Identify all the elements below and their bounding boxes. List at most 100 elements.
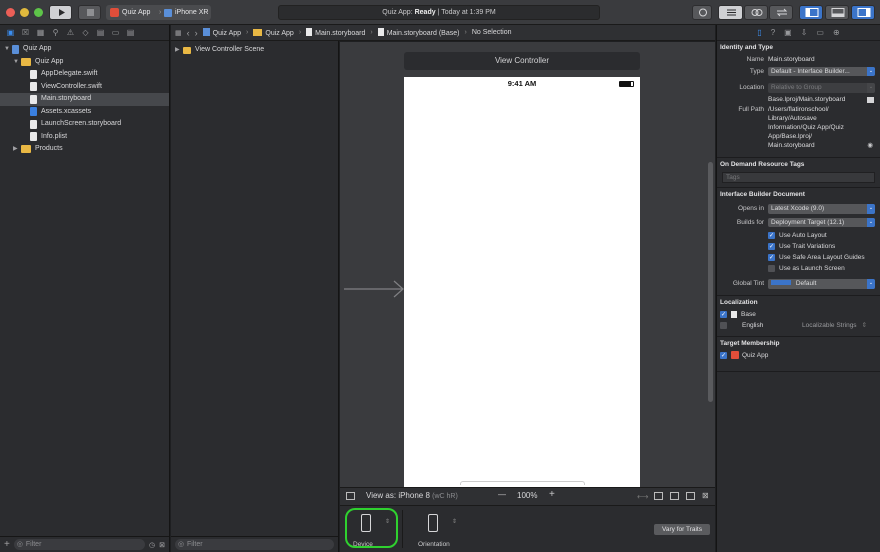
navigator-item[interactable]: ▼ Quiz App (0, 43, 169, 56)
search-icon[interactable]: ⚲ (50, 28, 61, 38)
folder-icon[interactable]: ▣ (5, 28, 16, 38)
toggle-inspector-button[interactable] (851, 5, 875, 20)
add-constraints-icon[interactable] (686, 492, 695, 500)
navigator-item[interactable]: ▶ Products (0, 143, 169, 156)
option-label: Use Auto Layout (779, 232, 827, 239)
related-items-icon[interactable]: ▦ (175, 29, 182, 37)
back-icon[interactable]: ‹ (187, 28, 190, 38)
navigator-item[interactable]: ▼ Quiz App (0, 56, 169, 69)
toggle-debug-area-button[interactable] (825, 5, 849, 20)
orientation-portrait-icon[interactable] (428, 514, 438, 532)
update-frames-icon[interactable]: ⟷ (637, 492, 648, 501)
identity-inspector-icon[interactable]: ▣ (784, 28, 792, 37)
disclosure-triangle-icon[interactable]: ▶ (13, 143, 21, 156)
zoom-window-button[interactable] (34, 8, 43, 17)
option-checkbox[interactable]: ✓ (768, 243, 775, 250)
warning-icon[interactable]: ⚠ (65, 28, 76, 38)
breadcrumb-localization[interactable]: Main.storyboard (Base) (377, 28, 459, 37)
breadcrumb-file[interactable]: Main.storyboard (306, 28, 365, 37)
align-icon[interactable] (670, 492, 679, 500)
forward-icon[interactable]: › (195, 28, 198, 38)
english-checkbox[interactable] (720, 321, 727, 329)
base-checkbox[interactable]: ✓ (720, 310, 727, 318)
option-checkbox[interactable] (768, 265, 775, 272)
outline-toggle-icon[interactable] (346, 492, 355, 500)
navigator-item[interactable]: Info.plist (0, 131, 169, 144)
outline-scene-row[interactable]: ▶ View Controller Scene (171, 44, 338, 57)
test-icon[interactable]: ◇ (80, 28, 91, 38)
divider (402, 510, 403, 548)
disclosure-triangle-icon[interactable]: ▼ (13, 56, 21, 69)
type-row: Type Default - Interface Builder... ⌄ (717, 66, 880, 78)
localization-base-row: ✓ Base (717, 309, 880, 320)
navigator-item[interactable]: AppDelegate.swift (0, 68, 169, 81)
navigator-item[interactable]: Assets.xcassets (0, 106, 169, 119)
navigator-item[interactable]: Main.storyboard (0, 93, 169, 106)
localization-english-type[interactable]: Localizable Strings (802, 322, 857, 329)
version-editor-button[interactable] (769, 5, 793, 20)
option-checkbox[interactable]: ✓ (768, 232, 775, 239)
stop-button[interactable] (78, 5, 101, 20)
option-row: Use as Launch Screen (768, 263, 880, 274)
source-control-icon[interactable]: ☒ (20, 28, 31, 38)
close-window-button[interactable] (6, 8, 15, 17)
size-inspector-icon[interactable]: ▭ (816, 28, 824, 37)
tags-input[interactable]: Tags (722, 172, 875, 183)
debug-icon[interactable]: ▤ (95, 28, 106, 38)
disclosure-triangle-icon[interactable]: ▼ (4, 43, 12, 56)
run-button[interactable] (49, 5, 72, 20)
vary-for-traits-button[interactable]: Vary for Traits (654, 524, 710, 535)
disclosure-triangle-icon[interactable]: ▶ (175, 44, 183, 57)
bottom-panel-icon (831, 8, 845, 17)
standard-editor-button[interactable] (718, 5, 743, 20)
global-tint-popup[interactable]: Default ⌄ (768, 279, 875, 289)
view-controller-scene[interactable]: 9:41 AM (404, 77, 640, 487)
scm-filter-icon[interactable]: ⊠ (159, 541, 165, 549)
type-popup[interactable]: Default - Interface Builder... ⌄ (768, 66, 875, 76)
breadcrumb-project[interactable]: Quiz App (202, 28, 241, 37)
canvas-scrollbar[interactable] (708, 162, 713, 402)
library-button[interactable] (692, 5, 712, 20)
resolve-issues-icon[interactable]: ⊠ (702, 491, 709, 500)
device-stepper-icon[interactable]: ⇕ (385, 518, 390, 525)
section-title: Identity and Type (720, 44, 773, 51)
breakpoint-icon[interactable]: ▭ (110, 28, 121, 38)
folder-reveal-icon[interactable] (867, 96, 874, 103)
view-as-device[interactable]: View as: iPhone 8 (wC hR) (366, 491, 458, 500)
toggle-navigator-button[interactable] (799, 5, 823, 20)
outline-filter-input[interactable]: ◎ Filter (175, 539, 334, 550)
reveal-in-finder-icon[interactable]: ◉ (867, 141, 873, 150)
scheme-selector[interactable]: Quiz App › iPhone XR (106, 5, 211, 20)
view-as-bar: View as: iPhone 8 (wC hR) — 100% + ⟷ ⊠ (340, 487, 715, 505)
embed-in-stack-icon[interactable] (654, 492, 663, 500)
option-checkbox[interactable]: ✓ (768, 254, 775, 261)
orientation-stepper-icon[interactable]: ⇕ (452, 518, 457, 525)
navigator-filter-input[interactable]: ◎ Filter (13, 539, 146, 550)
inspector-panel: ▯ ? ▣ ⇩ ▭ ⊕ Identity and Type Name Main.… (716, 25, 880, 552)
iphone-device-icon[interactable] (361, 514, 371, 532)
report-icon[interactable]: ▤ (125, 28, 136, 38)
navigator-item[interactable]: ViewController.swift (0, 81, 169, 94)
add-icon[interactable]: + (4, 539, 10, 550)
builds-for-popup[interactable]: Deployment Target (12.1) ⌄ (768, 217, 875, 227)
zoom-in-icon[interactable]: + (549, 489, 555, 500)
breadcrumb-selection[interactable]: No Selection (472, 29, 512, 36)
opens-in-popup[interactable]: Latest Xcode (9.0) ⌄ (768, 204, 875, 214)
zoom-level: 100% (517, 491, 538, 500)
editor-lines-icon (727, 9, 736, 16)
connections-inspector-icon[interactable]: ⊕ (833, 28, 840, 37)
zoom-out-icon[interactable]: — (498, 490, 506, 499)
assistant-editor-button[interactable] (744, 5, 768, 20)
symbol-icon[interactable]: ▦ (35, 28, 46, 38)
attributes-inspector-icon[interactable]: ⇩ (801, 28, 808, 37)
breadcrumb-group[interactable]: Quiz App (253, 28, 294, 37)
quick-help-icon[interactable]: ? (771, 28, 775, 37)
navigator-item[interactable]: LaunchScreen.storyboard (0, 118, 169, 131)
view-controller-title-bar[interactable]: View Controller (404, 52, 640, 70)
chevron-updown-icon: ⇕ (861, 322, 868, 329)
membership-checkbox[interactable]: ✓ (720, 351, 727, 359)
file-inspector-icon[interactable]: ▯ (757, 28, 761, 37)
minimize-window-button[interactable] (20, 8, 29, 17)
target-membership-section: Target Membership ✓ Quiz App (717, 335, 880, 361)
recent-filter-icon[interactable]: ◷ (149, 541, 155, 549)
